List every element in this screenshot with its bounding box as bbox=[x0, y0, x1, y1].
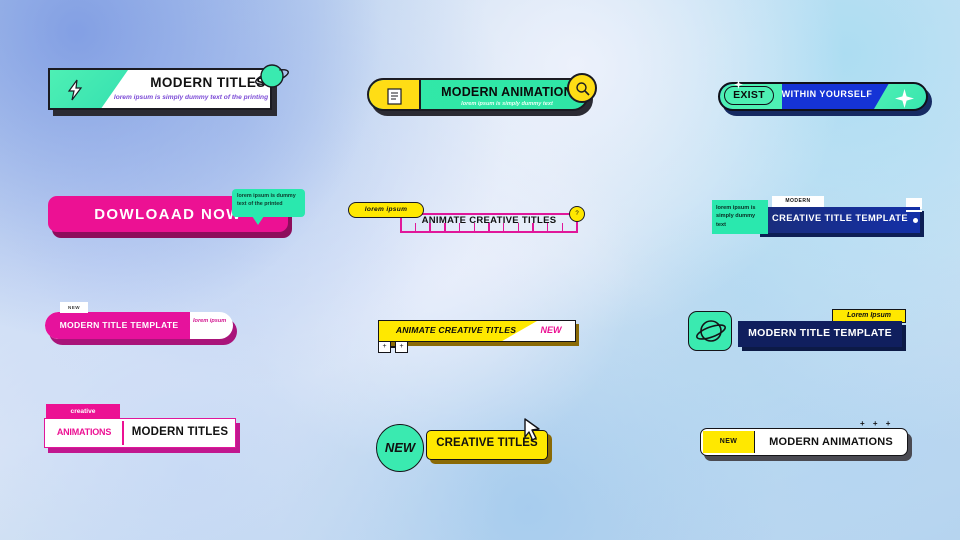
title-card-new-creative-titles[interactable]: CREATIVE TITLES NEW bbox=[376, 418, 560, 472]
status-badge: EXIST bbox=[724, 86, 774, 105]
badge-label: NEW bbox=[384, 440, 416, 455]
card-title: DOWLOAAD NOW bbox=[94, 205, 242, 223]
speech-bubble: lorem ipsum is dummy text of the printed bbox=[232, 189, 305, 217]
card-title: WITHIN YOURSELF bbox=[781, 89, 873, 99]
card-subtitle: lorem ipsum is simply dummy text of the … bbox=[113, 94, 269, 101]
title-card-modern-animation[interactable]: MODERN ANIMATION lorem ipsum is simply d… bbox=[367, 73, 599, 120]
status-badge: NEW bbox=[703, 431, 755, 453]
status-badge: NEW bbox=[540, 325, 562, 335]
sparkle-small-icon bbox=[734, 76, 743, 89]
title-card-modern-titles[interactable]: MODERN TITLES lorem ipsum is simply dumm… bbox=[48, 64, 289, 118]
green-wedge bbox=[50, 70, 128, 108]
side-text: lorem ipsum bbox=[193, 318, 227, 324]
title-card-creative-title-template[interactable]: CREATIVE TITLE TEMPLATE lorem ipsum is s… bbox=[710, 196, 928, 241]
top-label: creative bbox=[46, 404, 120, 419]
document-icon bbox=[387, 88, 402, 105]
title-card-modern-title-template-pink[interactable]: MODERN TITLE TEMPLATE lorem ipsum NEW bbox=[45, 302, 245, 354]
card-title: MODERN TITLE TEMPLATE bbox=[748, 327, 892, 339]
plus-mark-box-2: + bbox=[395, 341, 408, 353]
side-text: lorem ipsum is simply dummy text bbox=[716, 205, 756, 228]
side-panel: lorem ipsum is simply dummy text bbox=[712, 200, 768, 234]
title-card-new-modern-animations[interactable]: NEW MODERN ANIMATIONS + + + bbox=[700, 419, 920, 466]
title-card-dowloaad-now[interactable]: DOWLOAAD NOW lorem ipsum is dummy text o… bbox=[48, 189, 305, 246]
status-badge: NEW bbox=[376, 424, 424, 472]
card-title: ANIMATE CREATIVE TITLES bbox=[395, 325, 517, 335]
new-tab-label: NEW bbox=[60, 302, 88, 313]
marker-badge[interactable]: ? bbox=[569, 206, 585, 222]
white-line-decor bbox=[906, 210, 922, 212]
plus-icon: + bbox=[382, 343, 387, 350]
title-card-animate-creative-titles-new[interactable]: ANIMATE CREATIVE TITLES NEW + + bbox=[378, 320, 582, 354]
card-title: MODERN TITLES bbox=[131, 426, 229, 438]
title-card-modern-title-template-navy[interactable]: Lorem Ipsum MODERN TITLE TEMPLATE bbox=[688, 306, 928, 354]
card-title: MODERN ANIMATION bbox=[441, 85, 573, 99]
card-title: MODERN ANIMATIONS bbox=[769, 436, 893, 448]
card-body: MODERN TITLES lorem ipsum is simply dumm… bbox=[48, 68, 272, 110]
divider bbox=[122, 421, 124, 445]
magnifier-icon bbox=[567, 73, 597, 103]
pill-label: lorem ipsum bbox=[348, 202, 424, 218]
card-title: MODERN TITLES bbox=[150, 75, 266, 90]
card-title: ANIMATE CREATIVE TITLES bbox=[421, 215, 557, 226]
card-title: MODERN TITLE TEMPLATE bbox=[59, 320, 179, 330]
card-body: MODERN ANIMATION lorem ipsum is simply d… bbox=[367, 78, 589, 111]
planet-icon bbox=[254, 60, 290, 96]
card-title: CREATIVE TITLE TEMPLATE bbox=[772, 213, 908, 223]
lightning-bolt-icon bbox=[66, 79, 84, 101]
card-subtitle: lorem ipsum is simply dummy text bbox=[461, 101, 553, 107]
plus-icon: + bbox=[399, 343, 404, 350]
plus-marks-decor: + + + bbox=[860, 419, 894, 428]
title-card-creative-animations[interactable]: creative ANIMATIONS MODERN TITLES bbox=[44, 404, 244, 466]
card-body: NEW MODERN ANIMATIONS bbox=[700, 428, 908, 456]
cursor-icon bbox=[522, 418, 542, 442]
title-card-animate-creative-titles-ruler[interactable]: ANIMATE CREATIVE TITLES lorem ipsum ? bbox=[348, 202, 586, 240]
plus-mark-box-1: + bbox=[378, 341, 391, 353]
sparkle-icon bbox=[895, 89, 914, 108]
bubble-tail bbox=[252, 216, 264, 225]
tab-label: MODERN bbox=[772, 196, 824, 207]
titles-canvas: MODERN TITLES lorem ipsum is simply dumm… bbox=[0, 0, 960, 540]
title-card-exist-within-yourself[interactable]: EXIST WITHIN YOURSELF bbox=[718, 80, 938, 120]
bubble-text: lorem ipsum is dummy text of the printed bbox=[237, 193, 296, 207]
left-label: ANIMATIONS bbox=[56, 427, 112, 437]
planet-icon bbox=[688, 311, 732, 351]
